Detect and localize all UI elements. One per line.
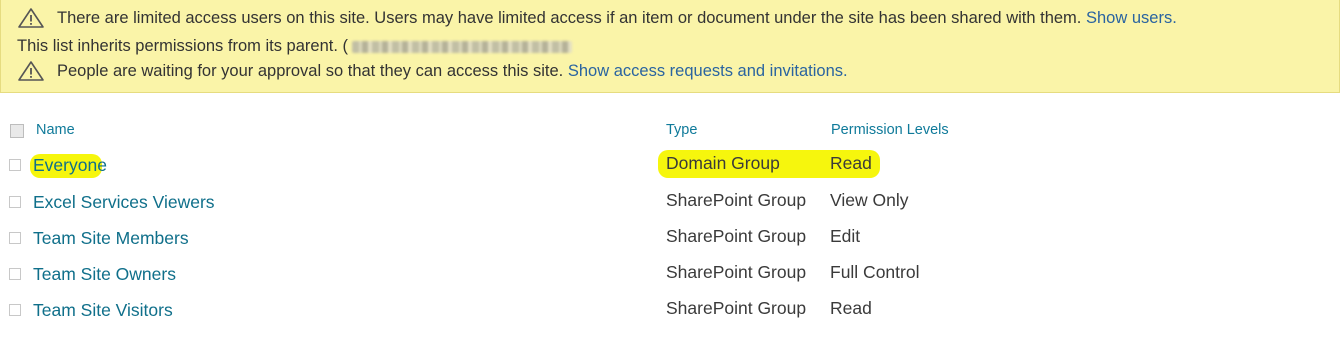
row-checkbox[interactable] [9, 159, 21, 171]
table-row: Team Site Members SharePoint Group Edit [0, 223, 1340, 253]
row-permission: View Only [830, 190, 909, 210]
warning-triangle-icon [17, 7, 45, 29]
show-users-link[interactable]: Show users. [1086, 9, 1177, 27]
row-type: SharePoint Group [666, 262, 807, 282]
row-name-link[interactable]: Team Site Visitors [33, 299, 173, 321]
row-checkbox[interactable] [9, 232, 21, 244]
table-row: Excel Services Viewers SharePoint Group … [0, 187, 1340, 217]
row-permission: Read [830, 153, 872, 173]
approval-text: People are waiting for your approval so … [57, 62, 564, 80]
warning-triangle-icon [17, 60, 45, 82]
row-name-link[interactable]: Team Site Owners [33, 263, 176, 285]
table-row: Everyone Domain Group Read [0, 150, 1340, 180]
table-row: Team Site Visitors SharePoint Group Read [0, 295, 1340, 325]
show-access-requests-link[interactable]: Show access requests and invitations. [568, 62, 848, 80]
column-header-type[interactable]: Type [666, 122, 697, 138]
row-checkbox[interactable] [9, 268, 21, 280]
row-name-link[interactable]: Team Site Members [33, 227, 189, 249]
table-header: Name Type Permission Levels [0, 120, 1340, 142]
row-checkbox[interactable] [9, 304, 21, 316]
row-type: SharePoint Group [666, 226, 807, 246]
limited-access-message: There are limited access users on this s… [17, 7, 1177, 29]
row-name-link[interactable]: Everyone [33, 154, 107, 176]
row-permission: Full Control [830, 262, 920, 282]
column-header-permission-levels[interactable]: Permission Levels [831, 122, 949, 138]
row-type: Domain Group [666, 153, 780, 173]
inherit-text: This list inherits permissions from its … [17, 37, 338, 55]
parent-link-prefix: ( [342, 37, 349, 55]
row-permission: Read [830, 298, 872, 318]
row-permission: Edit [830, 226, 861, 246]
row-checkbox[interactable] [9, 196, 21, 208]
status-banner: There are limited access users on this s… [0, 0, 1340, 93]
approval-message: People are waiting for your approval so … [17, 60, 848, 82]
table-row: Team Site Owners SharePoint Group Full C… [0, 259, 1340, 289]
row-name-link[interactable]: Excel Services Viewers [33, 191, 215, 213]
limited-access-text: There are limited access users on this s… [57, 9, 1082, 27]
row-type: SharePoint Group [666, 298, 807, 318]
inherit-message: This list inherits permissions from its … [17, 35, 573, 57]
redacted-parent-name [352, 40, 573, 53]
select-all-checkbox[interactable] [10, 124, 24, 138]
row-type: SharePoint Group [666, 190, 807, 210]
column-header-name[interactable]: Name [36, 122, 75, 138]
